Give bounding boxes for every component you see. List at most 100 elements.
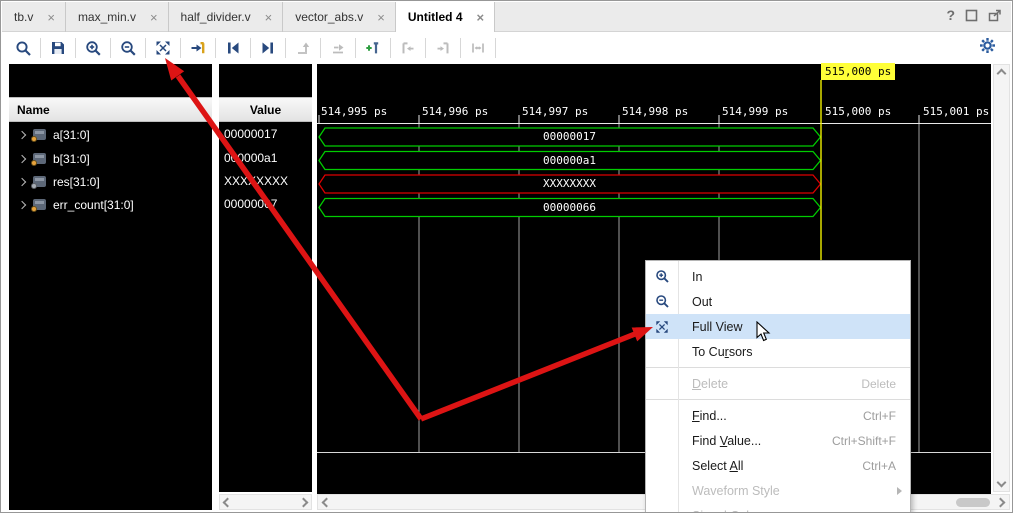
scroll-down-icon[interactable] bbox=[997, 478, 1007, 488]
time-tick-label: 514,998 ps bbox=[622, 105, 688, 119]
signal-name: a[31:0] bbox=[53, 128, 90, 142]
cursor-time-flag[interactable]: 515,000 ps bbox=[821, 63, 895, 80]
menu-item-label: Waveform Style bbox=[678, 484, 780, 498]
signal-row-b[interactable]: b[31:0] bbox=[9, 147, 212, 170]
tab-label: tb.v bbox=[14, 10, 33, 24]
signal-value-panel: Value 00000017 000000a1 XXXXXXXX 0000006… bbox=[219, 64, 312, 492]
signal-name: b[31:0] bbox=[53, 152, 90, 166]
toolbar-separator bbox=[75, 38, 76, 58]
time-tick-label: 514,999 ps bbox=[722, 105, 788, 119]
toolbar-separator bbox=[215, 38, 216, 58]
menu-item-label: Find Value... bbox=[678, 434, 761, 448]
signal-value: 000000a1 bbox=[224, 147, 277, 170]
scroll-left-icon[interactable] bbox=[223, 498, 233, 508]
close-icon[interactable]: × bbox=[477, 11, 485, 24]
signal-row-a[interactable]: a[31:0] bbox=[9, 123, 212, 146]
toolbar-separator bbox=[180, 38, 181, 58]
scroll-left-icon[interactable] bbox=[322, 498, 332, 508]
go-to-time-icon[interactable] bbox=[185, 36, 211, 60]
tab-label: half_divider.v bbox=[181, 10, 251, 24]
waveform-context-menu: In Out Full View To Cursors Delete Delet… bbox=[645, 260, 911, 513]
toolbar-separator bbox=[250, 38, 251, 58]
menu-item-find-value[interactable]: Find Value... Ctrl+Shift+F bbox=[646, 428, 910, 453]
tab-untitled-4[interactable]: Untitled 4 × bbox=[396, 2, 495, 32]
close-icon[interactable]: × bbox=[377, 11, 385, 24]
signal-name: res[31:0] bbox=[53, 175, 100, 189]
menu-separator bbox=[646, 399, 910, 400]
menu-shortcut: Delete bbox=[861, 377, 910, 391]
tab-label: max_min.v bbox=[78, 10, 136, 24]
menu-item-waveform-style: Waveform Style bbox=[646, 478, 910, 503]
tab-vector-abs-v[interactable]: vector_abs.v × bbox=[283, 2, 396, 32]
previous-transition-icon[interactable] bbox=[220, 36, 246, 60]
menu-item-label: In bbox=[678, 270, 702, 284]
bus-icon bbox=[33, 129, 46, 140]
expand-chevron-icon[interactable] bbox=[18, 130, 26, 138]
float-icon[interactable] bbox=[988, 9, 1002, 22]
help-icon[interactable]: ? bbox=[946, 7, 955, 23]
vivado-waveform-window: tb.v × max_min.v × half_divider.v × vect… bbox=[0, 0, 1013, 513]
zoom-out-icon bbox=[646, 294, 678, 309]
tab-max-min-v[interactable]: max_min.v × bbox=[66, 2, 169, 32]
toolbar-separator bbox=[110, 38, 111, 58]
menu-item-zoom-out[interactable]: Out bbox=[646, 289, 910, 314]
name-column-header[interactable]: Name bbox=[9, 97, 212, 122]
expand-chevron-icon[interactable] bbox=[18, 200, 26, 208]
signal-row-err-count[interactable]: err_count[31:0] bbox=[9, 193, 212, 216]
bus-value-label: 000000a1 bbox=[317, 154, 822, 168]
time-tick-label: 514,996 ps bbox=[422, 105, 488, 119]
save-icon[interactable] bbox=[45, 36, 71, 60]
gear-icon[interactable] bbox=[978, 36, 997, 60]
toolbar-separator bbox=[355, 38, 356, 58]
menu-item-label: Delete bbox=[678, 377, 728, 391]
scrollbar-thumb[interactable] bbox=[956, 498, 990, 507]
toolbar-separator bbox=[425, 38, 426, 58]
close-icon[interactable]: × bbox=[265, 11, 273, 24]
move-cursor-icon-disabled bbox=[325, 36, 351, 60]
menu-item-full-view[interactable]: Full View bbox=[646, 314, 910, 339]
scroll-right-icon[interactable] bbox=[996, 498, 1006, 508]
value-column-header[interactable]: Value bbox=[219, 97, 312, 122]
waveform-vertical-scrollbar[interactable] bbox=[993, 64, 1010, 492]
time-tick-label: 515,001 ps bbox=[923, 105, 989, 119]
add-marker-icon[interactable] bbox=[360, 36, 386, 60]
menu-item-zoom-in[interactable]: In bbox=[646, 264, 910, 289]
time-tick-label: 515,000 ps bbox=[825, 105, 891, 119]
waveform-toolbar bbox=[2, 33, 1011, 63]
bus-icon bbox=[33, 199, 46, 210]
toolbar-separator bbox=[495, 38, 496, 58]
bus-value-label: 00000066 bbox=[317, 201, 822, 215]
zoom-fit-icon[interactable] bbox=[150, 36, 176, 60]
search-icon[interactable] bbox=[10, 36, 36, 60]
tab-tb-v[interactable]: tb.v × bbox=[2, 2, 66, 32]
menu-item-label: Select All bbox=[678, 459, 743, 473]
toolbar-separator bbox=[320, 38, 321, 58]
time-tick-label: 514,995 ps bbox=[321, 105, 387, 119]
menu-shortcut: Ctrl+Shift+F bbox=[832, 434, 910, 448]
maximize-icon[interactable] bbox=[965, 9, 978, 22]
toolbar-separator bbox=[460, 38, 461, 58]
menu-item-to-cursors[interactable]: To Cursors bbox=[646, 339, 910, 364]
scroll-right-icon[interactable] bbox=[299, 498, 309, 508]
signal-value: 00000017 bbox=[224, 123, 277, 146]
expand-chevron-icon[interactable] bbox=[18, 177, 26, 185]
zoom-fit-icon bbox=[646, 320, 678, 334]
close-icon[interactable]: × bbox=[150, 11, 158, 24]
toolbar-separator bbox=[145, 38, 146, 58]
menu-shortcut: Ctrl+F bbox=[863, 409, 910, 423]
zoom-in-icon[interactable] bbox=[80, 36, 106, 60]
scroll-up-icon[interactable] bbox=[997, 69, 1007, 79]
signal-row-res[interactable]: res[31:0] bbox=[9, 170, 212, 193]
tab-bar: tb.v × max_min.v × half_divider.v × vect… bbox=[2, 2, 1011, 32]
expand-chevron-icon[interactable] bbox=[18, 154, 26, 162]
menu-item-find[interactable]: Find... Ctrl+F bbox=[646, 403, 910, 428]
window-controls: ? bbox=[946, 7, 1002, 23]
tab-label: Untitled 4 bbox=[408, 10, 463, 24]
menu-item-label: To Cursors bbox=[678, 345, 752, 359]
close-icon[interactable]: × bbox=[47, 11, 55, 24]
menu-item-select-all[interactable]: Select All Ctrl+A bbox=[646, 453, 910, 478]
tab-half-divider-v[interactable]: half_divider.v × bbox=[169, 2, 284, 32]
value-horizontal-scrollbar[interactable] bbox=[219, 494, 312, 510]
next-transition-icon[interactable] bbox=[255, 36, 281, 60]
zoom-out-icon[interactable] bbox=[115, 36, 141, 60]
